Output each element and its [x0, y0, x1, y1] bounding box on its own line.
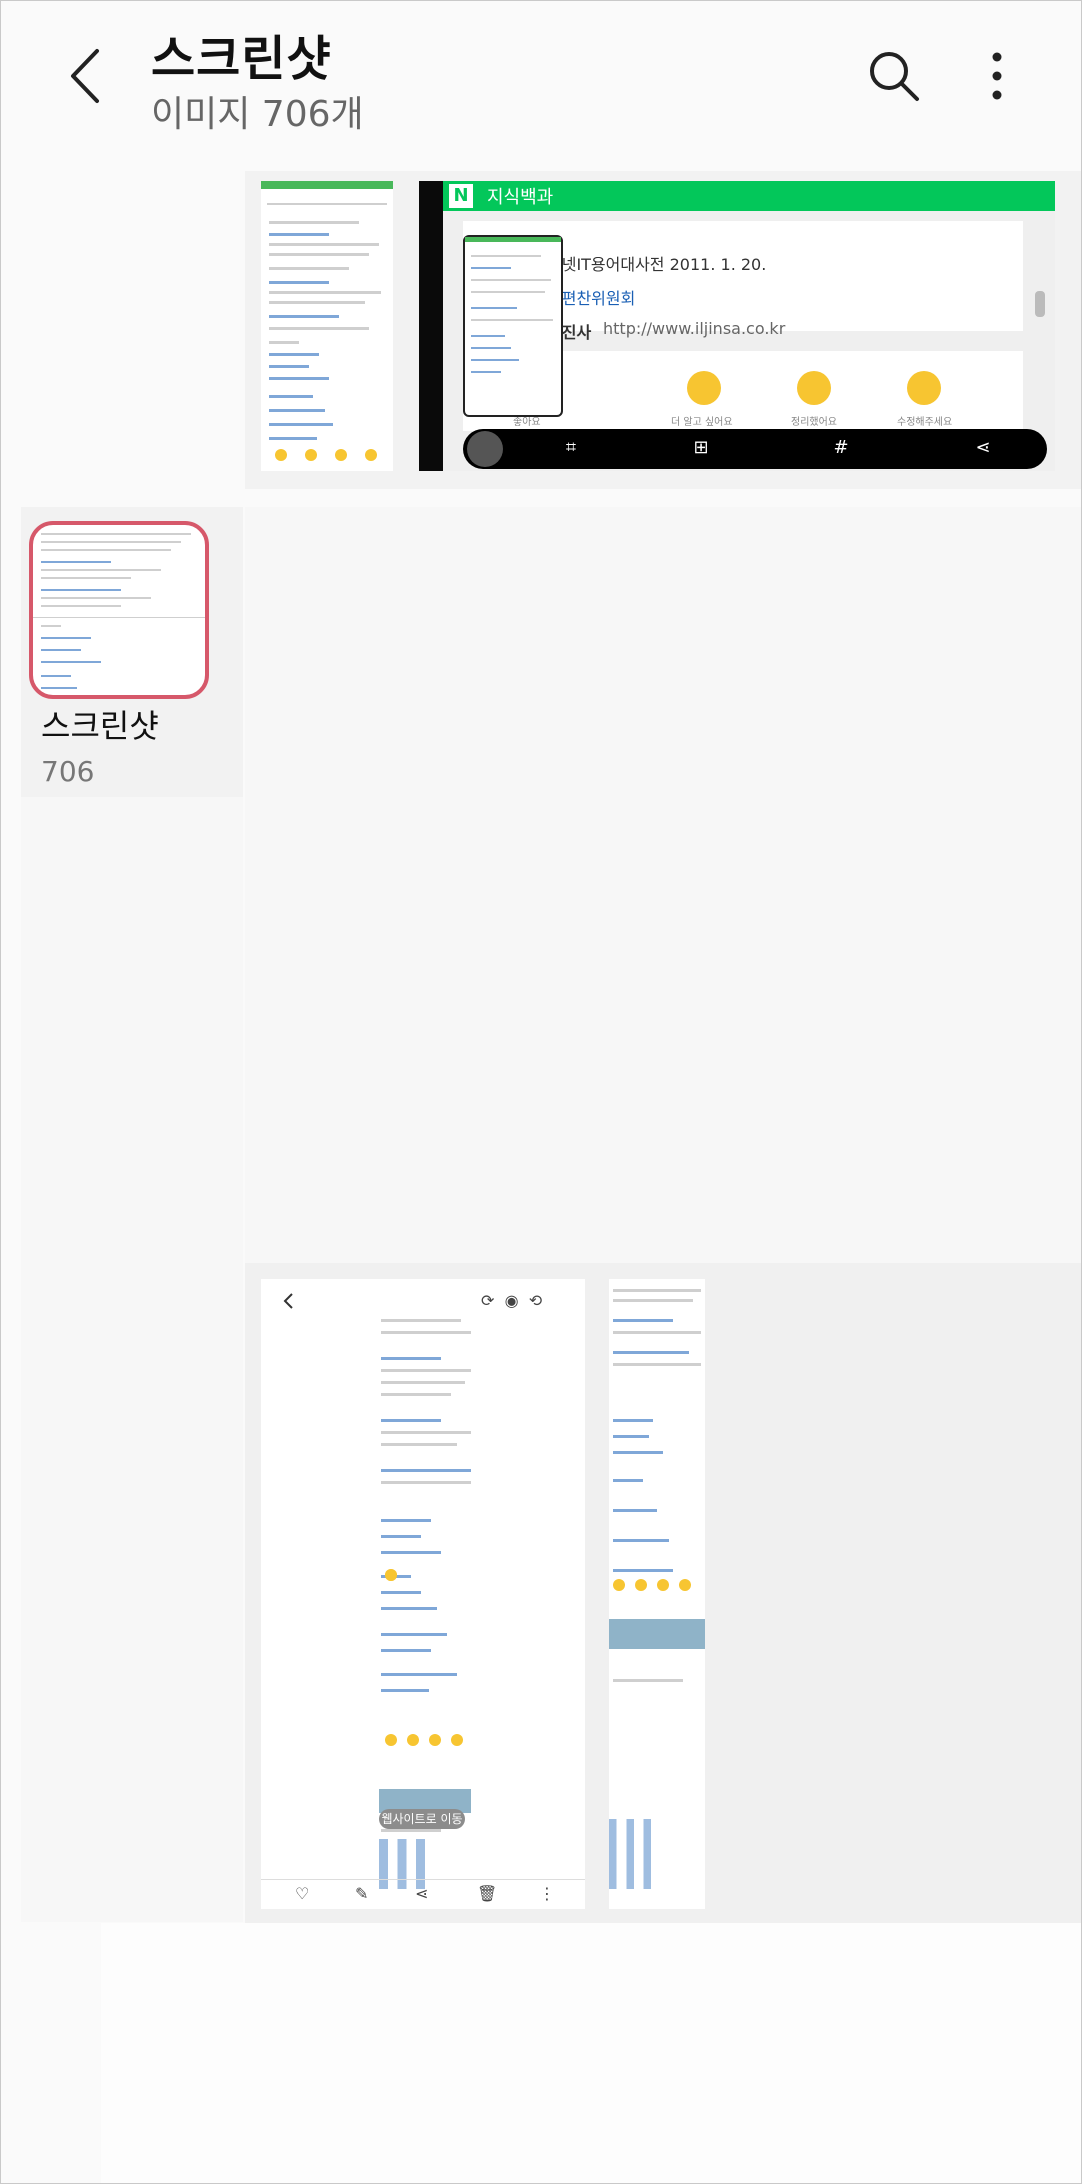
screenshot-preview[interactable]: N 지식백과 서넷IT용어대사전 2011. 1. 20. 전편찬위원회 일진사… [419, 181, 1055, 471]
viewer-back-icon [283, 1293, 293, 1309]
naver-logo-icon: N [449, 184, 473, 208]
nested-screenshot-thumb [463, 235, 563, 417]
favorite-icon[interactable]: ♡ [295, 1884, 309, 1903]
lower-preview-panel: ⟳ ◉ ⟲ 웹사이트로 이동 ♡ ✎ ⋖ 🗑 ⋮ [245, 1263, 1081, 1923]
page-title: 스크린샷 [151, 31, 332, 87]
more-options-button[interactable] [977, 47, 1017, 105]
image-count-subtitle: 이미지 706개 [151, 94, 364, 135]
capture-button[interactable] [467, 431, 503, 467]
back-arrow-icon [71, 49, 99, 103]
preview-panel: N 지식백과 서넷IT용어대사전 2011. 1. 20. 전편찬위원회 일진사… [245, 171, 1081, 489]
more-icon[interactable]: ⋮ [539, 1884, 555, 1903]
album-cover-screenshots[interactable] [29, 521, 209, 699]
viewer-screenshot-thumb[interactable]: ⟳ ◉ ⟲ 웹사이트로 이동 ♡ ✎ ⋖ 🗑 ⋮ [261, 1279, 585, 1909]
more-vertical-icon [992, 52, 1002, 100]
viewer-bottom-bar: ♡ ✎ ⋖ 🗑 ⋮ [261, 1879, 585, 1909]
search-icon [870, 52, 919, 101]
hashtag-button[interactable]: # [829, 437, 853, 458]
preview-url-line: http://www.iljinsa.co.kr [603, 319, 786, 338]
scroll-capture-icon[interactable]: ⌗ [559, 437, 583, 458]
preview-source-line: 서넷IT용어대사전 2011. 1. 20. [547, 255, 767, 274]
screenshot-toolbar: ⌗ ⊞ # ⋖ [463, 429, 1047, 469]
delete-icon[interactable]: 🗑 [477, 1884, 497, 1903]
go-to-website-pill[interactable]: 웹사이트로 이동 [379, 1809, 465, 1829]
edit-icon[interactable]: ✎ [355, 1884, 368, 1903]
share-icon[interactable]: ⋖ [971, 437, 995, 458]
viewer-top-icons: ⟳ ◉ ⟲ [481, 1291, 543, 1310]
preview-app-title: 지식백과 [487, 187, 554, 208]
crop-icon[interactable]: ⊞ [689, 437, 713, 458]
gallery-screen: 스크린샷 이미지 706개 N 지식백과 서넷IT용어대사전 2011. 1. … [0, 0, 1082, 2184]
share-icon[interactable]: ⋖ [415, 1884, 428, 1903]
screenshot-thumbnail[interactable] [261, 181, 393, 471]
search-button[interactable] [865, 47, 923, 105]
long-screenshot-thumb[interactable] [609, 1279, 705, 1909]
album-name[interactable]: 스크린샷 [41, 701, 159, 747]
album-count: 706 [41, 755, 95, 788]
back-button[interactable] [59, 41, 119, 111]
